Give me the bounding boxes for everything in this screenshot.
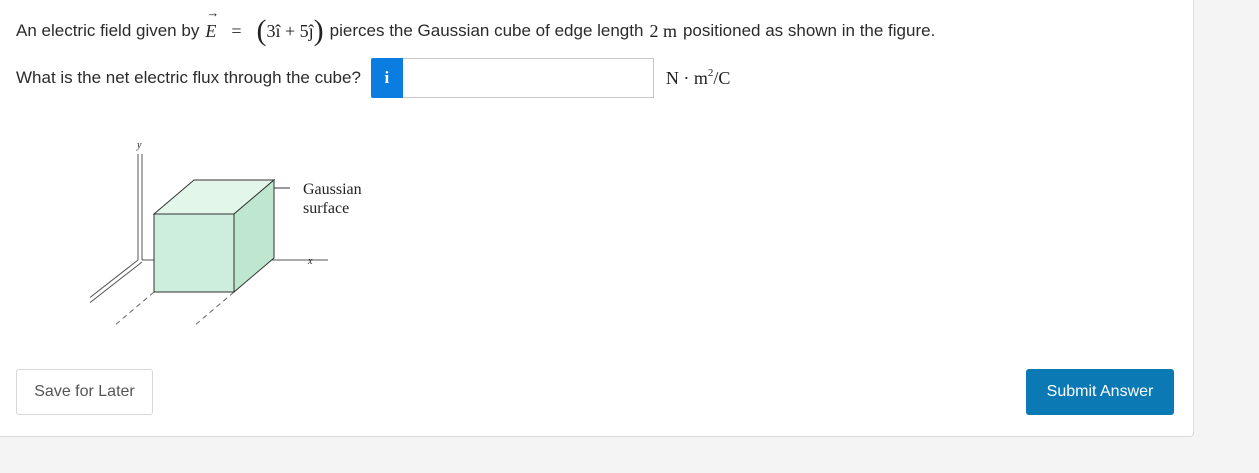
cube-diagram: y x z Gaussian surface	[44, 140, 362, 338]
vector-arrow-icon: →	[206, 5, 220, 20]
answer-unit: N · m2/C	[665, 67, 731, 88]
question-intro: An electric field given by	[16, 21, 200, 40]
answer-input[interactable]	[402, 58, 654, 98]
info-button[interactable]: i	[370, 58, 403, 98]
question-prompt: What is the net electric flux through th…	[16, 68, 361, 87]
question-tail: positioned as shown in the figure.	[682, 21, 936, 40]
submit-answer-button[interactable]: Submit Answer	[1026, 369, 1174, 415]
question-after: pierces the Gaussian cube of edge length	[329, 21, 644, 40]
gaussian-cube-figure: y x z Gaussian surface	[44, 132, 390, 347]
cube-front-face	[153, 213, 235, 293]
info-icon: i	[384, 68, 390, 87]
answer-row: What is the net electric flux through th…	[16, 58, 730, 98]
equals-sign: =	[231, 21, 242, 41]
term2-coef: 5	[299, 21, 309, 41]
x-axis-label: x	[307, 256, 313, 267]
z-axis-line	[55, 259, 139, 325]
right-paren-icon: )	[313, 14, 324, 47]
term1-unit: î	[275, 21, 281, 41]
projection-line-front	[113, 291, 155, 327]
field-equation: → E = (3î + 5ĵ)	[205, 5, 324, 47]
y-axis-label: y	[136, 140, 142, 151]
plus-sign: +	[285, 21, 296, 41]
projection-line-back	[193, 291, 235, 327]
left-paren-icon: (	[256, 14, 267, 47]
edge-length-value: 2 m	[649, 21, 677, 41]
question-statement: An electric field given by → E = (3î + 5ĵ…	[16, 5, 936, 47]
gaussian-label-line1: Gaussian	[303, 181, 362, 198]
gaussian-label-line2: surface	[303, 200, 349, 217]
save-for-later-button[interactable]: Save for Later	[16, 369, 153, 415]
field-vector-symbol: → E	[205, 5, 220, 41]
question-card: An electric field given by → E = (3î + 5ĵ…	[0, 0, 1194, 437]
